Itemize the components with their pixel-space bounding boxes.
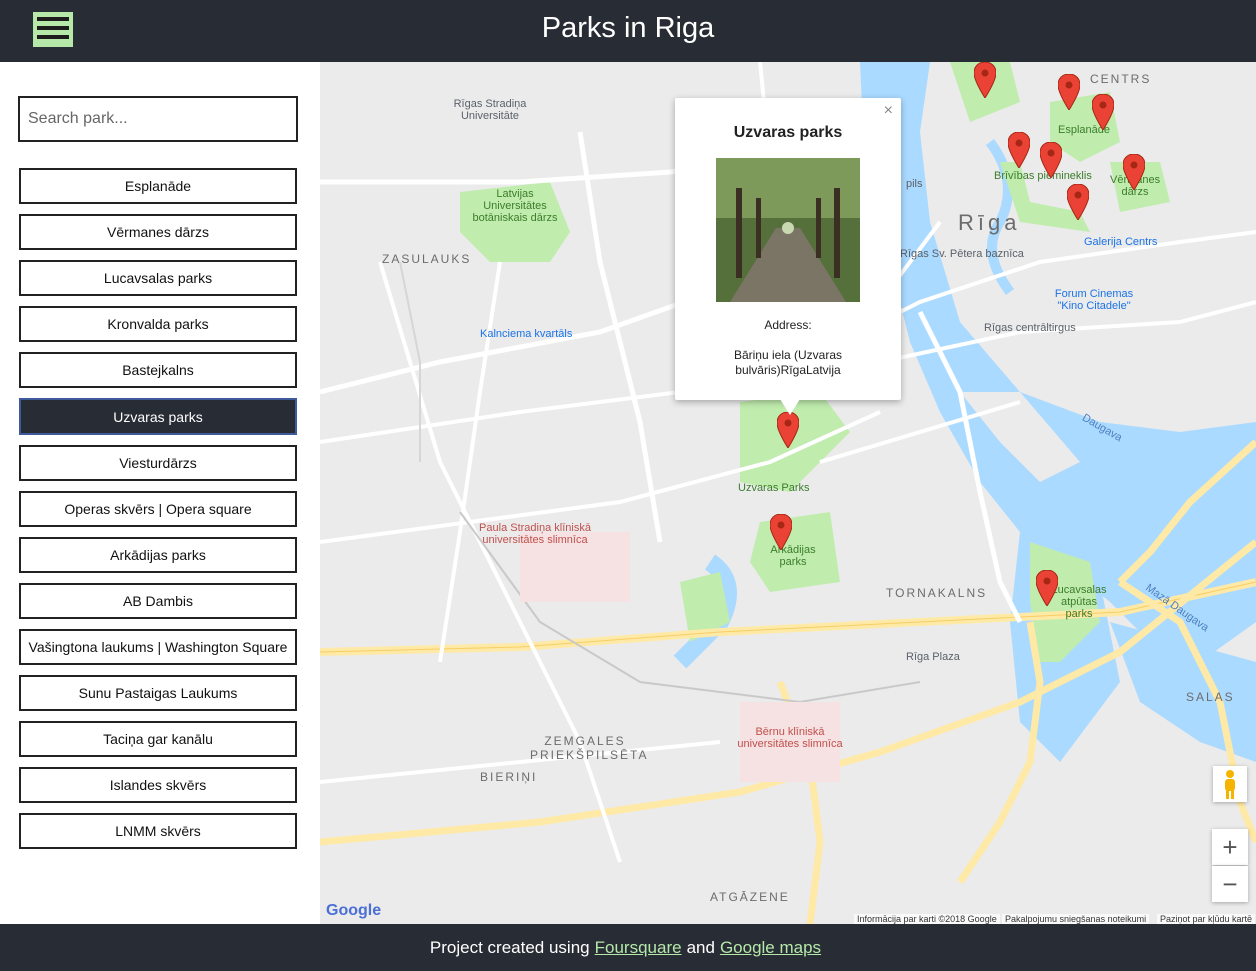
park-list-item[interactable]: Taciņa gar kanālu xyxy=(19,721,297,757)
app-header: Parks in Riga xyxy=(0,0,1256,62)
zoom-in-button[interactable]: + xyxy=(1212,829,1248,865)
page-title: Parks in Riga xyxy=(541,12,715,44)
park-list-item[interactable]: Bastejkalns xyxy=(19,352,297,388)
park-list-item[interactable]: Esplanāde xyxy=(19,168,297,204)
park-list-item[interactable]: Arkādijas parks xyxy=(19,537,297,573)
map-marker-pin[interactable] xyxy=(1123,154,1145,190)
park-photo-image xyxy=(716,158,860,302)
street-view-pegman-icon[interactable] xyxy=(1213,766,1247,802)
map-label: ZASULAUKS xyxy=(382,252,472,266)
foursquare-link[interactable]: Foursquare xyxy=(595,938,682,958)
map-data-attribution[interactable]: Informācija par karti ©2018 Google xyxy=(854,914,1000,924)
map-label: Rīgas centrāltirgus xyxy=(984,322,1076,334)
park-list-item[interactable]: Islandes skvērs xyxy=(19,767,297,803)
map-report-error-link[interactable]: Paziņot par kļūdu kartē xyxy=(1157,914,1256,924)
map-marker-pin[interactable] xyxy=(1036,570,1058,606)
park-list-item-selected[interactable]: Uzvaras parks xyxy=(19,398,297,435)
park-list-item[interactable]: Vērmanes dārzs xyxy=(19,214,297,250)
map-label: pils xyxy=(906,178,923,190)
map-label: SALAS xyxy=(1186,690,1235,704)
map-marker-pin[interactable] xyxy=(777,412,799,448)
close-icon[interactable]: × xyxy=(884,102,893,120)
park-list-item[interactable]: Vašingtona laukums | Washington Square xyxy=(19,629,297,665)
map[interactable]: Rīgas Stradiņa Universitāte Latvijas Uni… xyxy=(320,62,1256,924)
map-label: Rīga xyxy=(958,210,1021,235)
info-window: × Uzvaras parks Address: Bāriņu iela (Uz… xyxy=(675,98,901,400)
map-label: Rīgas Sv. Pētera baznīca xyxy=(900,248,1024,260)
map-label: Bērnu klīniskā universitātes slimnīca xyxy=(737,726,843,750)
map-label: TORNAKALNS xyxy=(886,586,988,600)
map-label: Uzvaras Parks xyxy=(738,482,810,494)
map-marker-pin[interactable] xyxy=(1092,94,1114,130)
info-window-title: Uzvaras parks xyxy=(733,124,843,141)
map-marker-pin[interactable] xyxy=(770,514,792,550)
park-list-item[interactable]: Lucavsalas parks xyxy=(19,260,297,296)
map-label: Rīgas Stradiņa Universitāte xyxy=(453,98,527,122)
address-label: Address: xyxy=(764,318,812,332)
map-label: Galerija Centrs xyxy=(1084,236,1158,248)
address-text: Bāriņu iela (Uzvaras bulvāris)RīgaLatvij… xyxy=(733,348,843,377)
map-label: Rīga Plaza xyxy=(906,651,960,663)
search-input[interactable] xyxy=(18,96,298,142)
map-marker-pin[interactable] xyxy=(1067,184,1089,220)
map-label: ZEMGALES PRIEKŠPILSĒTA xyxy=(530,734,649,762)
google-maps-link[interactable]: Google maps xyxy=(720,938,821,958)
park-list-item[interactable]: Viesturdārzs xyxy=(19,445,297,481)
map-label: Paula Stradiņa klīniskā universitātes sl… xyxy=(479,522,591,546)
map-label: Latvijas Universitātes botāniskais dārzs xyxy=(472,188,558,224)
park-list: Esplanāde Vērmanes dārzs Lucavsalas park… xyxy=(19,168,297,859)
park-photo xyxy=(716,158,860,302)
footer-middle: and xyxy=(686,937,715,957)
map-label: ATGĀZENE xyxy=(710,890,790,904)
park-list-item[interactable]: AB Dambis xyxy=(19,583,297,619)
google-logo: Google xyxy=(326,902,382,919)
map-marker-pin[interactable] xyxy=(1058,74,1080,110)
map-marker-pin[interactable] xyxy=(1040,142,1062,178)
zoom-out-button[interactable]: − xyxy=(1212,866,1248,902)
info-window-tail xyxy=(780,399,800,415)
park-list-item[interactable]: LNMM skvērs xyxy=(19,813,297,849)
map-label: Forum Cinemas "Kino Citadele" xyxy=(1054,288,1134,312)
sidebar: Esplanāde Vērmanes dārzs Lucavsalas park… xyxy=(0,62,320,924)
park-list-item[interactable]: Kronvalda parks xyxy=(19,306,297,342)
footer-prefix: Project created using xyxy=(429,937,590,957)
park-list-item[interactable]: Sunu Pastaigas Laukums xyxy=(19,675,297,711)
map-label: CENTRS xyxy=(1090,72,1152,86)
map-label: BIERIŅI xyxy=(480,770,538,784)
map-terms-link[interactable]: Pakalpojumu sniegšanas noteikumi xyxy=(1002,914,1150,924)
map-marker-pin[interactable] xyxy=(1008,132,1030,168)
app-footer: Project created using Foursquare and Goo… xyxy=(0,924,1256,971)
map-marker-pin[interactable] xyxy=(974,62,996,98)
park-list-item[interactable]: Operas skvērs | Opera square xyxy=(19,491,297,527)
map-label: Kalnciema kvartāls xyxy=(480,328,573,340)
